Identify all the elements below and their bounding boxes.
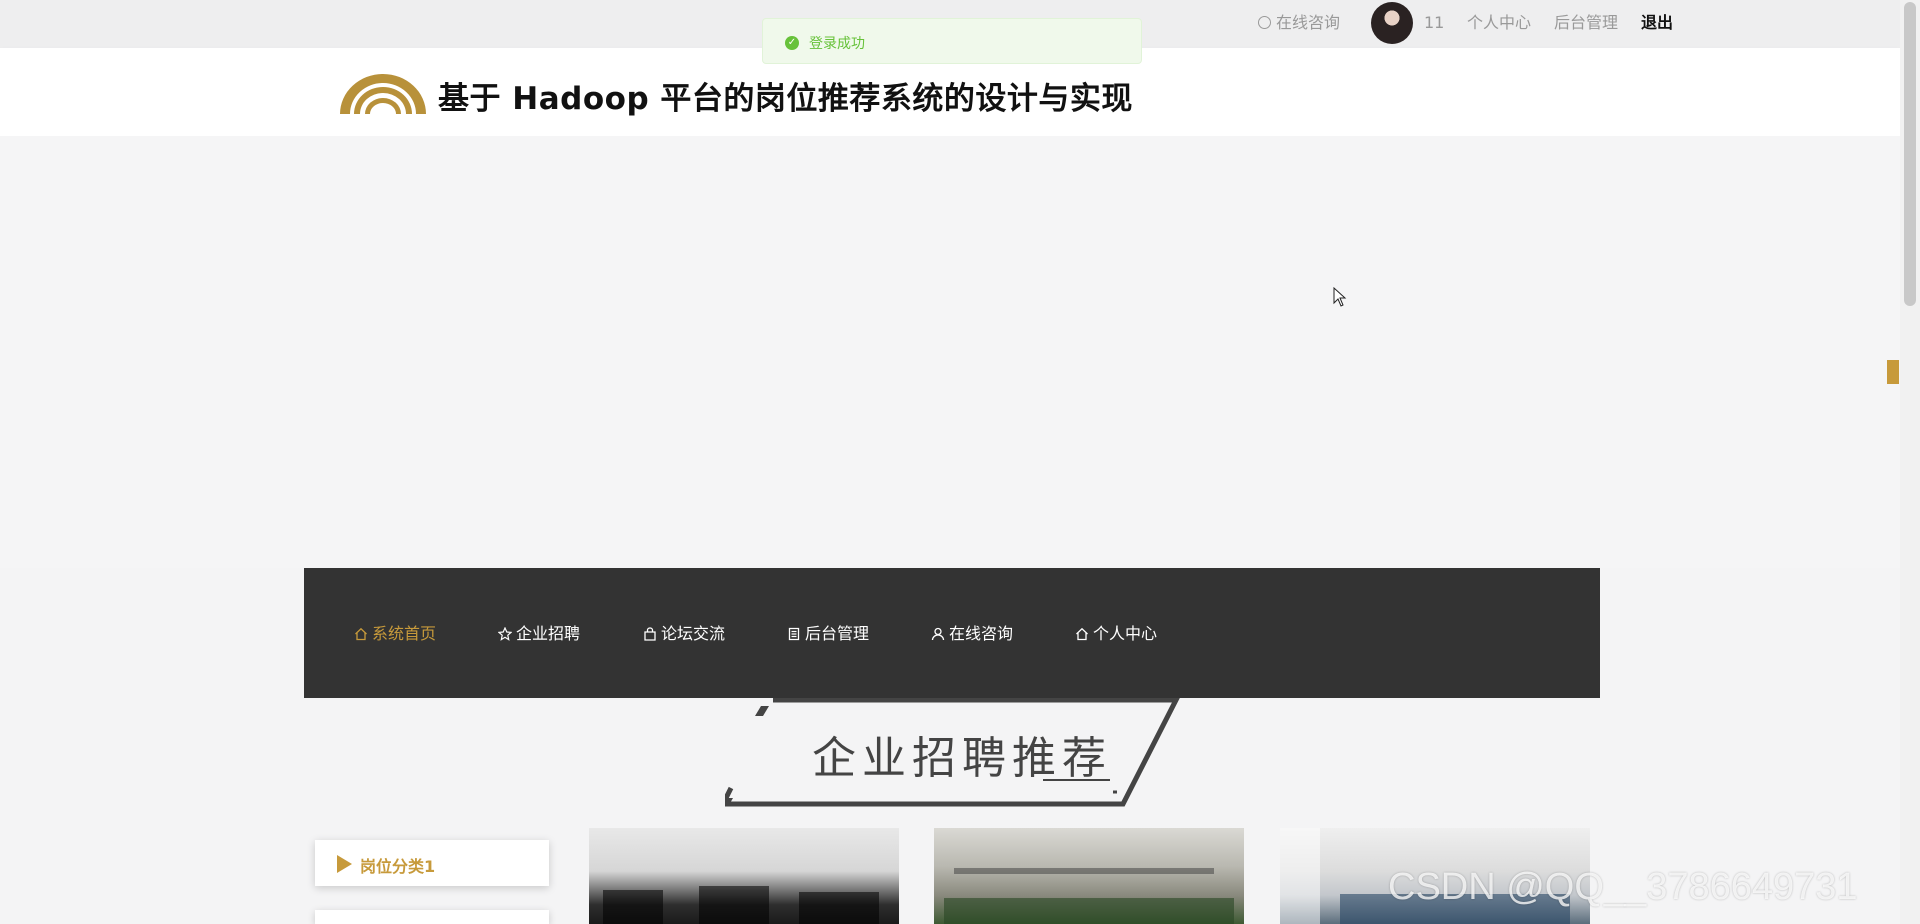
arrow-right-icon: [337, 855, 352, 873]
user-icon: [931, 627, 945, 641]
document-icon: [788, 627, 800, 641]
user-circle-icon: [1258, 16, 1271, 29]
nav-item-label: 系统首页: [372, 624, 437, 643]
admin-link[interactable]: 后台管理: [1554, 13, 1618, 33]
category-item[interactable]: 岗位分类1: [315, 840, 549, 886]
section-title: 企业招聘推荐: [812, 733, 1112, 784]
online-consult-link[interactable]: 在线咨询: [1258, 13, 1340, 33]
nav-item-label: 企业招聘: [516, 624, 581, 643]
star-icon: [497, 626, 513, 641]
site-title: 基于 Hadoop 平台的岗位推荐系统的设计与实现: [438, 81, 1133, 117]
logo-icon: [340, 74, 426, 114]
scrollbar-thumb[interactable]: [1904, 2, 1916, 306]
personal-center-link[interactable]: 个人中心: [1467, 13, 1531, 33]
job-card-image[interactable]: [934, 828, 1244, 924]
bag-icon: [644, 627, 656, 641]
online-consult-label: 在线咨询: [1276, 13, 1341, 32]
nav-item-label: 个人中心: [1093, 624, 1158, 643]
nav-item-label: 论坛交流: [661, 624, 726, 643]
toast-message: 登录成功: [809, 36, 865, 52]
nav-item-forum[interactable]: 论坛交流: [643, 624, 725, 644]
scrollbar[interactable]: [1900, 0, 1920, 924]
banner-area: [0, 136, 1900, 568]
category-label: 岗位分类1: [360, 857, 436, 876]
nav-item-personal-center[interactable]: 个人中心: [1075, 624, 1157, 644]
watermark: CSDN @QQ__3786649731: [1388, 866, 1858, 908]
nav-item-recruitment[interactable]: 企业招聘: [497, 624, 581, 644]
main-nav: 系统首页 企业招聘 论坛交流 后台管理 在线咨询 个人中心: [304, 568, 1600, 698]
username: 11: [1424, 13, 1445, 32]
nav-item-label: 后台管理: [805, 624, 870, 643]
nav-item-label: 在线咨询: [949, 624, 1014, 643]
side-float-tab[interactable]: [1887, 360, 1899, 384]
success-toast: ✓ 登录成功: [762, 18, 1142, 64]
nav-item-home[interactable]: 系统首页: [354, 624, 436, 644]
home-icon: [1076, 627, 1088, 641]
nav-item-admin[interactable]: 后台管理: [787, 624, 869, 644]
category-item[interactable]: [315, 910, 549, 924]
nav-item-consult[interactable]: 在线咨询: [931, 624, 1013, 644]
check-circle-icon: ✓: [785, 36, 799, 50]
home-icon: [355, 627, 367, 641]
mouse-cursor-icon: [1333, 287, 1347, 307]
logout-link[interactable]: 退出: [1641, 13, 1673, 33]
avatar[interactable]: [1371, 2, 1413, 44]
job-card-image[interactable]: [589, 828, 899, 924]
